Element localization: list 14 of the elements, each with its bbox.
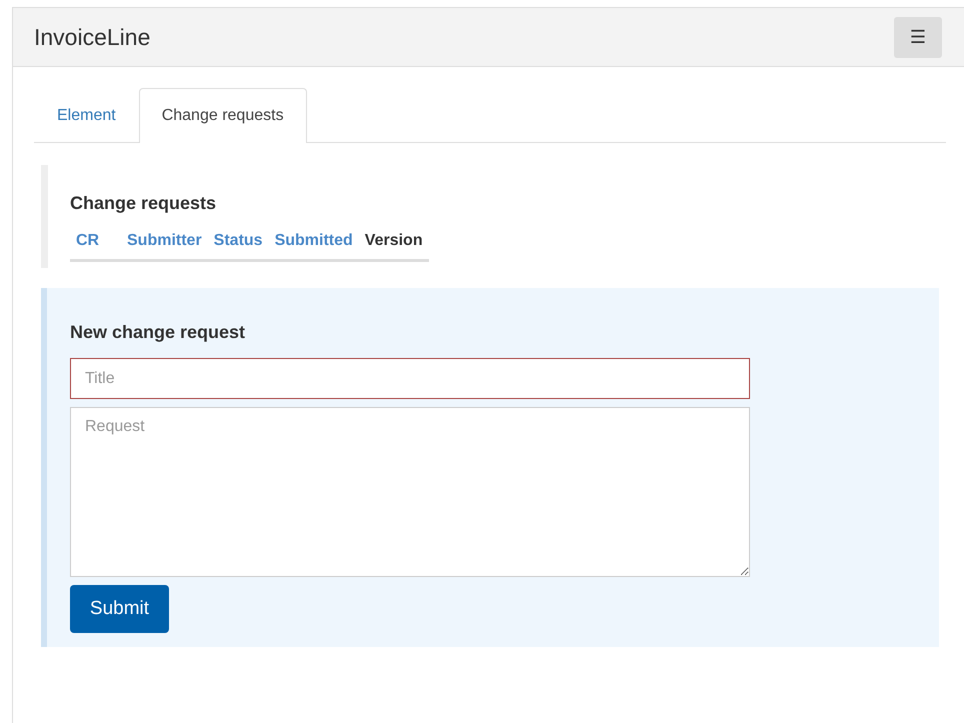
app-title: InvoiceLine: [34, 24, 150, 50]
sortable-column-header[interactable]: Submitter: [121, 232, 208, 250]
submit-button[interactable]: Submit: [70, 585, 169, 633]
title-field[interactable]: Title: [70, 358, 750, 399]
tab[interactable]: Element: [34, 88, 139, 143]
sortable-column-header[interactable]: Submitted: [268, 232, 359, 250]
menu-button[interactable]: ☰: [894, 16, 942, 58]
sortable-column-header[interactable]: Status: [208, 232, 269, 250]
column-header: Version: [364, 232, 424, 250]
form-heading: New change request: [70, 322, 246, 343]
section-heading: Change requests: [70, 193, 218, 214]
request-field[interactable]: Request: [70, 407, 750, 577]
tab[interactable]: Change requests: [138, 88, 307, 143]
sortable-column-header[interactable]: CR: [70, 232, 121, 250]
